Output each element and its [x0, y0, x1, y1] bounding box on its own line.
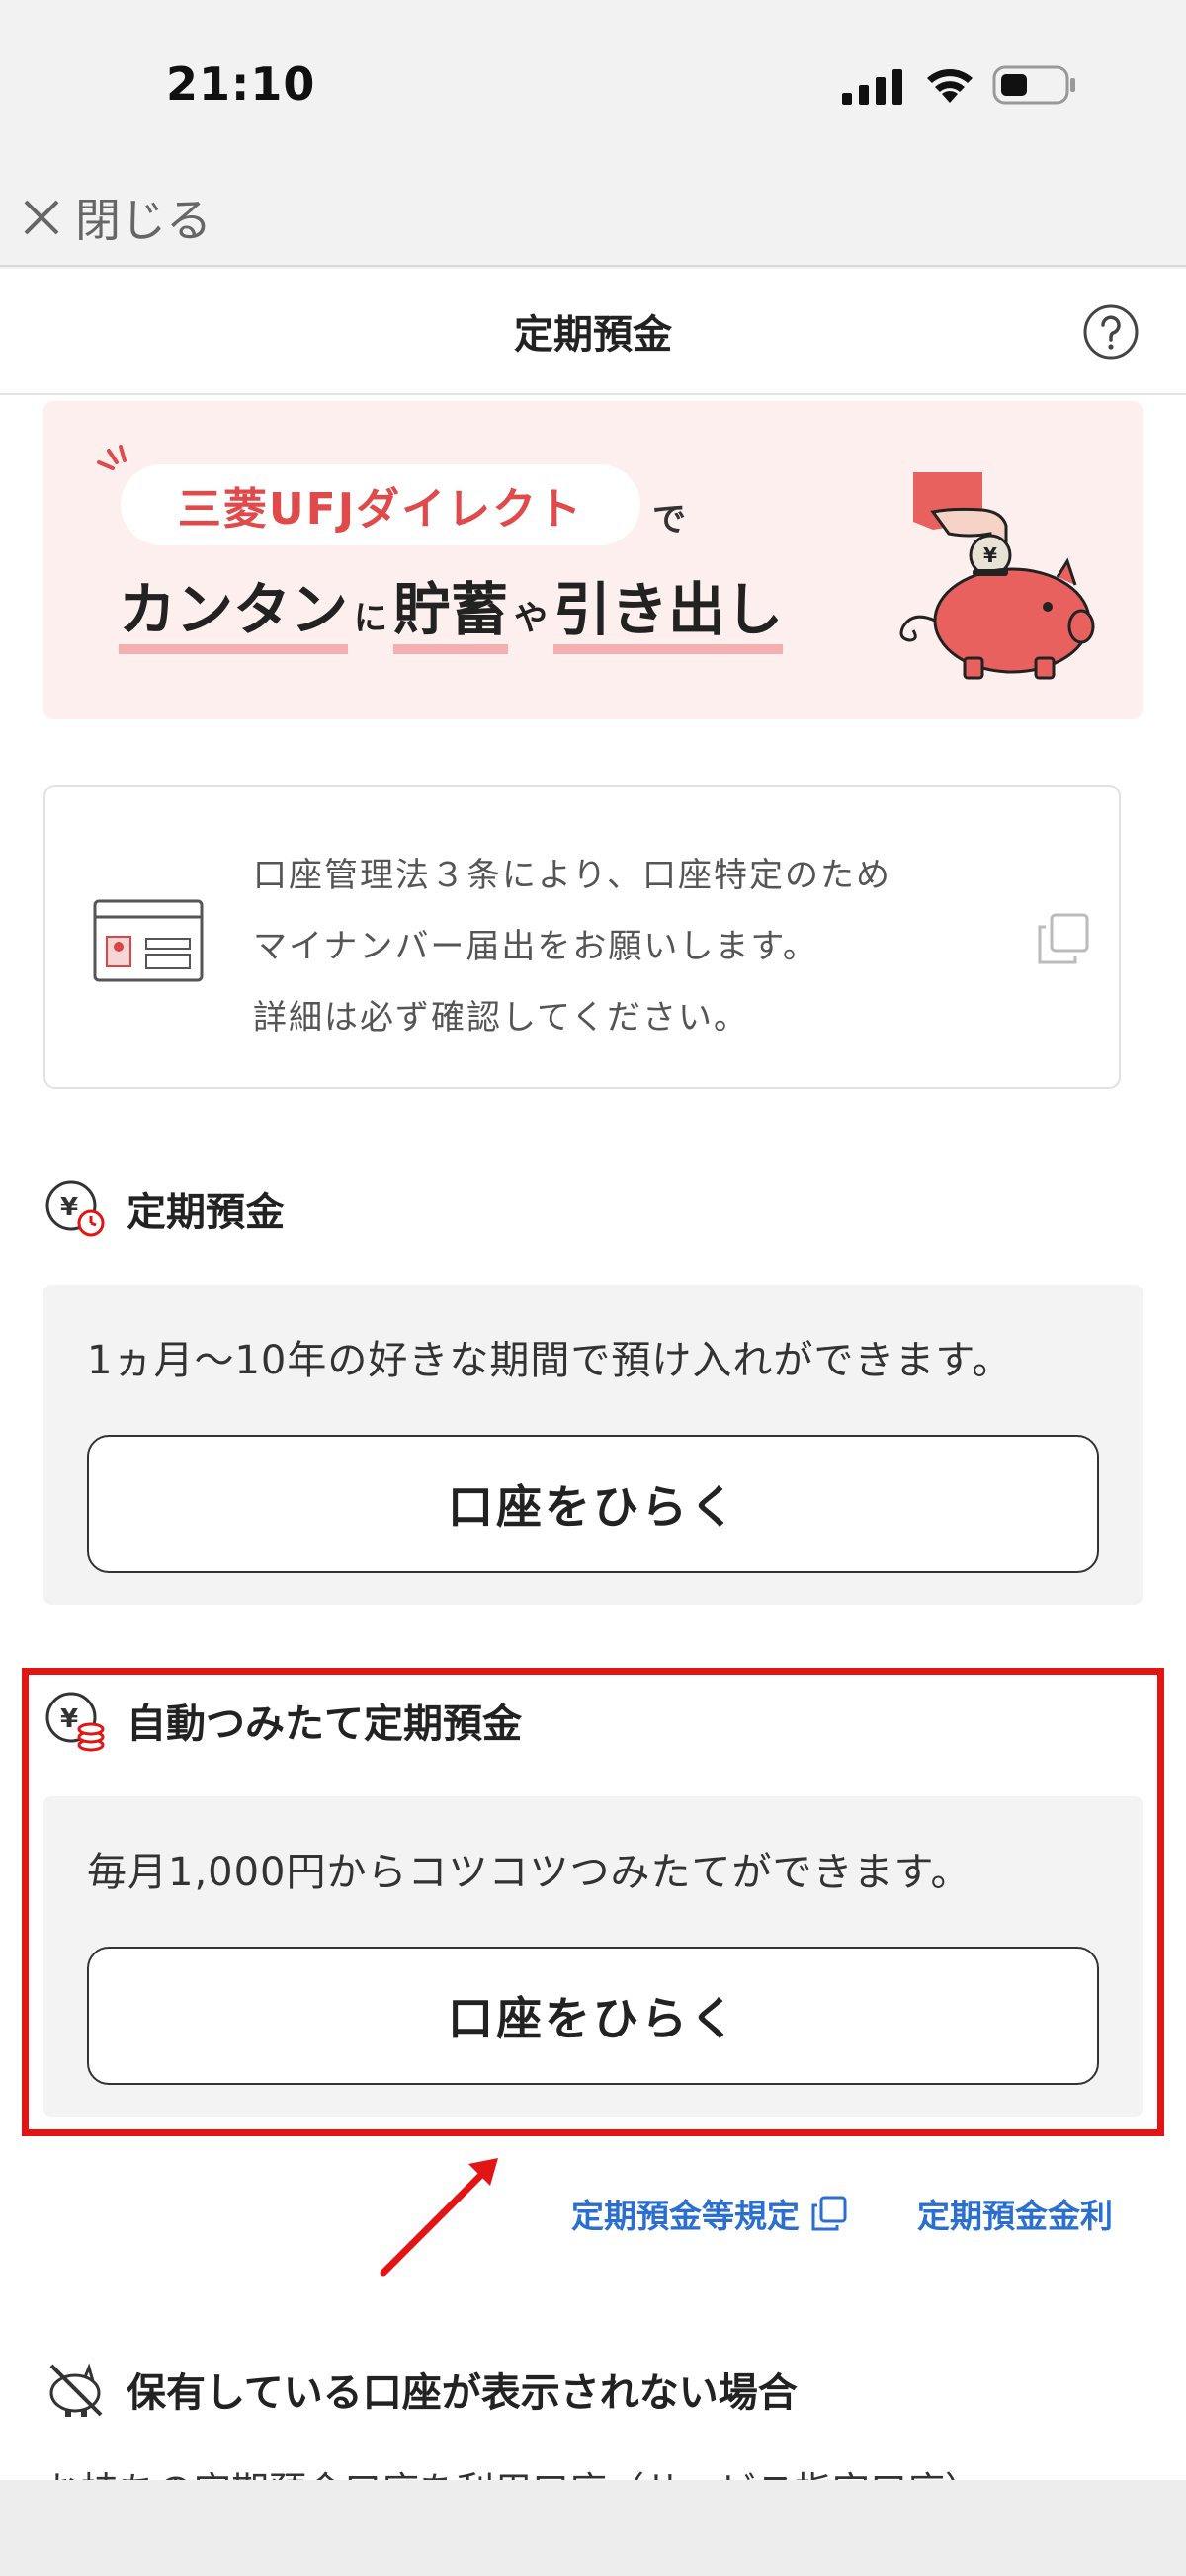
- sparkle-icon: [97, 445, 127, 470]
- promo-banner[interactable]: 三菱UFJダイレクト で カンタン に 貯蓄 や 引き出し ¥: [43, 401, 1143, 719]
- deposit-rules-label: 定期預金等規定: [571, 2197, 800, 2235]
- page-header: 定期預金: [0, 269, 1186, 395]
- id-card-icon: [93, 899, 204, 982]
- notice-line: 詳細は必ず確認してください。: [253, 998, 749, 1038]
- banner-particle: で: [652, 500, 686, 540]
- yen-clock-icon: ¥: [45, 1180, 105, 1237]
- open-account-button[interactable]: 口座をひらく: [87, 1435, 1099, 1573]
- banner-word: カンタン: [119, 575, 349, 654]
- notice-line: マイナンバー届出をお願いします。: [253, 927, 818, 966]
- close-icon: [24, 200, 59, 235]
- close-button[interactable]: 閉じる: [20, 188, 212, 247]
- svg-text:¥: ¥: [60, 1193, 78, 1222]
- page-title: 定期預金: [514, 312, 672, 358]
- missing-accounts-title: 保有している口座が表示されない場合: [127, 2370, 798, 2416]
- svg-text:¥: ¥: [983, 543, 997, 567]
- banner-word: 貯蓄: [393, 575, 509, 654]
- cellular-signal-icon: [842, 69, 902, 105]
- missing-accounts-heading: 保有している口座が表示されない場合: [43, 2360, 798, 2419]
- banner-word: や: [514, 599, 549, 638]
- deposit-rules-link[interactable]: 定期預金等規定: [571, 2184, 849, 2243]
- external-link-icon: [1038, 913, 1089, 964]
- banner-word: に: [354, 599, 388, 638]
- close-bar: 閉じる: [0, 168, 1186, 267]
- close-label: 閉じる: [75, 194, 212, 247]
- external-link-icon: [811, 2196, 847, 2231]
- piggy-bank-icon: ¥: [899, 472, 1095, 680]
- notice-line: 口座管理法３条により、口座特定のため: [253, 856, 891, 895]
- fixed-deposit-heading: ¥ 定期預金: [43, 1176, 285, 1241]
- status-bar: 21:10: [0, 0, 1186, 168]
- mynumber-notice-card[interactable]: 口座管理法３条により、口座特定のため マイナンバー届出をお願いします。 詳細は必…: [43, 785, 1121, 1089]
- notice-text: 口座管理法３条により、口座特定のため マイナンバー届出をお願いします。 詳細は必…: [253, 840, 1004, 1053]
- highlight-annotation: [22, 1668, 1164, 2136]
- bottom-bar: [0, 2480, 1186, 2576]
- arrow-annotation-icon: [380, 2158, 498, 2277]
- fixed-deposit-box: 1ヵ月〜10年の好きな期間で預け入れができます。 口座をひらく: [43, 1285, 1143, 1605]
- banner-word: 引き出し: [553, 575, 784, 654]
- banner-service-name: 三菱UFJダイレクト: [121, 464, 640, 545]
- status-time: 21:10: [166, 57, 316, 111]
- section-title: 定期預金: [127, 1190, 285, 1235]
- main-content[interactable]: 三菱UFJダイレクト で カンタン に 貯蓄 や 引き出し ¥ 口座管理法３条に…: [0, 395, 1186, 2480]
- wifi-icon: [927, 69, 973, 103]
- help-icon[interactable]: [1081, 302, 1141, 362]
- deposit-rates-link[interactable]: 定期預金金利: [917, 2184, 1113, 2243]
- section-description: 1ヵ月〜10年の好きな期間で預け入れができます。: [87, 1338, 1013, 1383]
- missing-accounts-body: お持ちの定期預金口座を利用口座（サービス指定口座）: [43, 2460, 982, 2480]
- banner-headline: カンタン に 貯蓄 や 引き出し: [119, 575, 784, 654]
- hidden-piggy-icon: [49, 2363, 103, 2417]
- battery-icon: [992, 65, 1075, 105]
- deposit-rates-label: 定期預金金利: [917, 2197, 1113, 2235]
